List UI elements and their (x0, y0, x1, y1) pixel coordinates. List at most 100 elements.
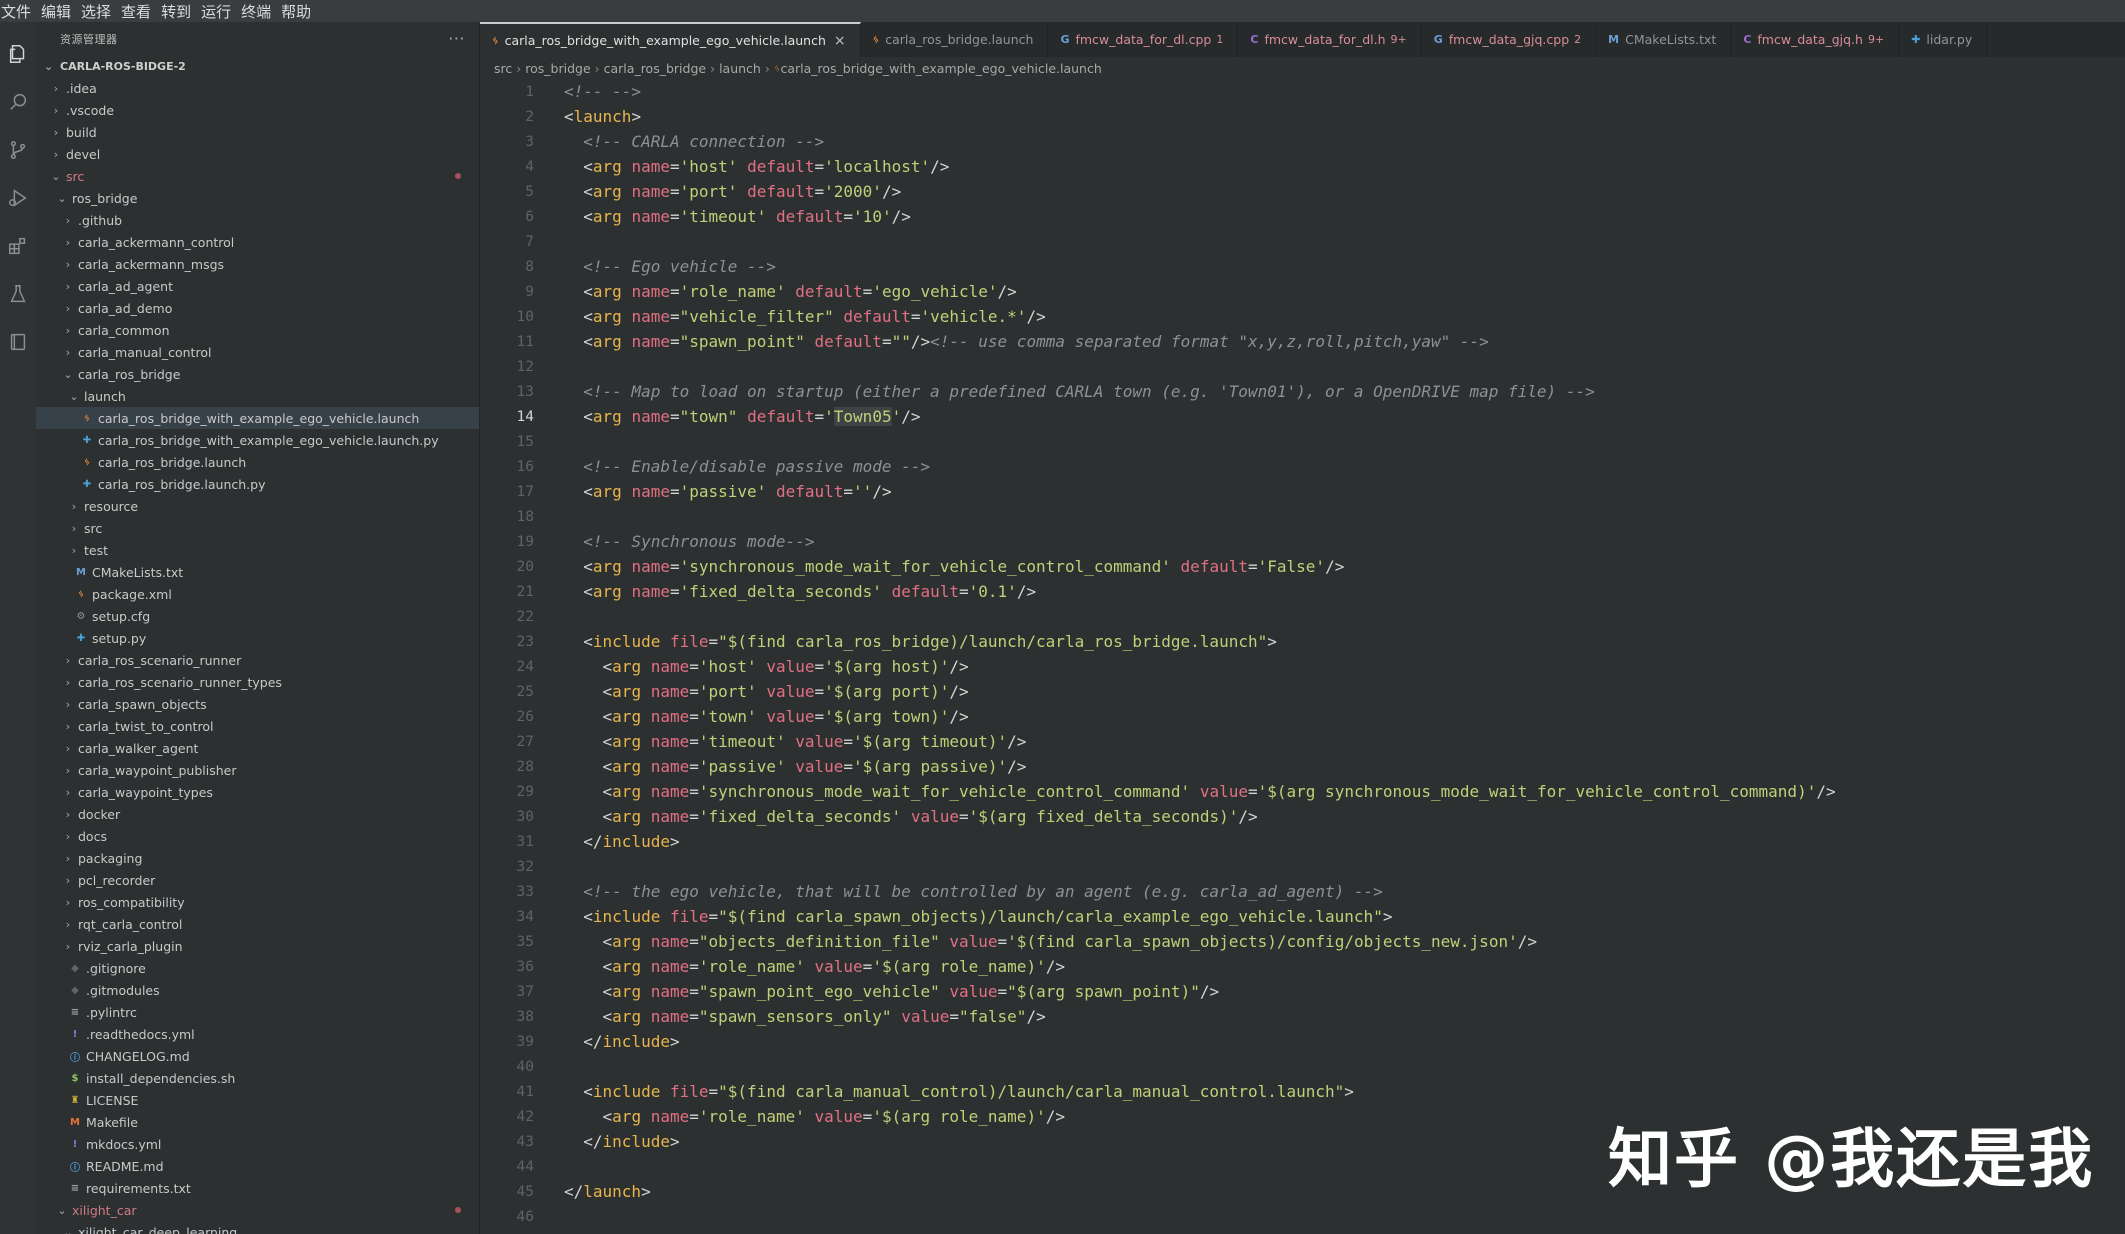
breadcrumb-item[interactable]: launch (719, 61, 761, 76)
tree-item[interactable]: ⌄ carla_ros_bridge (36, 363, 479, 385)
tree-item[interactable]: › carla_waypoint_types (36, 781, 479, 803)
tree-item[interactable]: ⌄ src (36, 165, 479, 187)
breadcrumb-item[interactable]: carla_ros_bridge_with_example_ego_vehicl… (780, 61, 1101, 76)
tree-item[interactable]: ⌄ xilight_car_deep_learning (36, 1221, 479, 1234)
tree-item[interactable]: › carla_waypoint_publisher (36, 759, 479, 781)
tree-item[interactable]: ᛃ carla_ros_bridge_with_example_ego_vehic… (36, 407, 479, 429)
close-icon[interactable]: × (834, 33, 846, 49)
tree-item[interactable]: › carla_twist_to_control (36, 715, 479, 737)
tree-item[interactable]: › rviz_carla_plugin (36, 935, 479, 957)
explorer-header: 资源管理器 ··· (36, 22, 479, 55)
breadcrumb-item[interactable]: ros_bridge (525, 61, 590, 76)
explorer-icon[interactable] (6, 42, 30, 66)
tree-item[interactable]: ! mkdocs.yml (36, 1133, 479, 1155)
tree-item[interactable]: M Makefile (36, 1111, 479, 1133)
tree-item[interactable]: › docker (36, 803, 479, 825)
tree-item[interactable]: › pcl_recorder (36, 869, 479, 891)
tree-item[interactable]: › carla_ackermann_control (36, 231, 479, 253)
search-icon[interactable] (6, 90, 30, 114)
tree-item[interactable]: ᛃ package.xml (36, 583, 479, 605)
tree-item[interactable]: ≡ requirements.txt (36, 1177, 479, 1199)
tree-item[interactable]: ⌄ xilight_car (36, 1199, 479, 1221)
bracket-token: < (583, 307, 593, 326)
tree-item[interactable]: › build (36, 121, 479, 143)
testing-icon[interactable] (6, 282, 30, 306)
tree-item[interactable]: › carla_ros_scenario_runner (36, 649, 479, 671)
tree-item[interactable]: › src (36, 517, 479, 539)
project-root[interactable]: ⌄ CARLA-ROS-BIDGE-2 (36, 55, 479, 77)
editor-tab[interactable]: Gfmcw_data_for_dl.cpp 1 (1048, 22, 1239, 57)
remote-explorer-icon[interactable] (6, 330, 30, 354)
shell-file-icon: $ (71, 1072, 79, 1084)
editor-tab[interactable]: ᛃ carla_ros_bridge_with_example_ego_vehic… (480, 22, 861, 57)
tree-item-label: carla_twist_to_control (78, 718, 214, 734)
tree-item[interactable]: › ros_compatibility (36, 891, 479, 913)
tree-item[interactable]: ! .readthedocs.yml (36, 1023, 479, 1045)
more-actions-icon[interactable]: ··· (448, 29, 465, 48)
menu-item[interactable]: 转到 (161, 1, 199, 22)
tree-item[interactable]: ⚙ setup.cfg (36, 605, 479, 627)
tree-item[interactable]: › carla_common (36, 319, 479, 341)
extensions-icon[interactable] (6, 234, 30, 258)
run-debug-icon[interactable] (6, 186, 30, 210)
tree-item[interactable]: $ install_dependencies.sh (36, 1067, 479, 1089)
string-token: '10' (853, 207, 892, 226)
tree-item[interactable]: › rqt_carla_control (36, 913, 479, 935)
tree-item[interactable]: ≡ .pylintrc (36, 1001, 479, 1023)
bracket-token: > (669, 832, 680, 851)
menu-item[interactable]: 终端 (241, 1, 279, 22)
tree-item-label: setup.cfg (92, 608, 151, 624)
tag-token: arg (612, 1107, 642, 1126)
tree-item[interactable]: M CMakeLists.txt (36, 561, 479, 583)
tree-item[interactable]: ᛃ carla_ros_bridge.launch (36, 451, 479, 473)
tree-item[interactable]: ♜ LICENSE (36, 1089, 479, 1111)
tree-item[interactable]: › carla_ad_agent (36, 275, 479, 297)
tree-item[interactable]: ⌄ ros_bridge (36, 187, 479, 209)
tree-item[interactable]: › .github (36, 209, 479, 231)
editor-tab[interactable]: Cfmcw_data_for_dl.h 9+ (1238, 22, 1422, 57)
tree-item[interactable]: ⓘ CHANGELOG.md (36, 1045, 479, 1067)
tree-item[interactable]: › carla_walker_agent (36, 737, 479, 759)
tree-item[interactable]: › resource (36, 495, 479, 517)
editor-tab[interactable]: M CMakeLists.txt (1596, 22, 1732, 57)
tree-item[interactable]: › test (36, 539, 479, 561)
tree-item-label: resource (84, 498, 139, 514)
source-control-icon[interactable] (6, 138, 30, 162)
tree-item[interactable]: ✚ carla_ros_bridge_with_example_ego_vehic… (36, 429, 479, 451)
menu-item[interactable]: 帮助 (281, 1, 319, 22)
tree-item[interactable]: › carla_spawn_objects (36, 693, 479, 715)
editor-tab[interactable]: Gfmcw_data_gjq.cpp 2 (1422, 22, 1597, 57)
menu-item[interactable]: 选择 (81, 1, 119, 22)
tree-item[interactable]: ✚ carla_ros_bridge.launch.py (36, 473, 479, 495)
editor-tab[interactable]: ✚ lidar.py (1899, 22, 1988, 57)
tree-item[interactable]: › devel (36, 143, 479, 165)
menu-item[interactable]: 查看 (121, 1, 159, 22)
tree-item[interactable]: › docs (36, 825, 479, 847)
breadcrumb-item[interactable]: src (494, 61, 512, 76)
tree-item[interactable]: ◆ .gitignore (36, 957, 479, 979)
tree-item[interactable]: ✚ setup.py (36, 627, 479, 649)
editor-tab[interactable]: ᛃ carla_ros_bridge.launch (861, 22, 1049, 57)
editor-tab[interactable]: Cfmcw_data_gjq.h 9+ (1731, 22, 1900, 57)
tree-item[interactable]: ⓘ README.md (36, 1155, 479, 1177)
menu-item[interactable]: 运行 (201, 1, 239, 22)
tree-item[interactable]: › carla_manual_control (36, 341, 479, 363)
tree-item[interactable]: › .vscode (36, 99, 479, 121)
tree-item[interactable]: › packaging (36, 847, 479, 869)
bracket-token: < (583, 282, 593, 301)
menu-item[interactable]: 编辑 (41, 1, 79, 22)
tree-item[interactable]: › .idea (36, 77, 479, 99)
tree-item[interactable]: ⌄ launch (36, 385, 479, 407)
tree-item[interactable]: › carla_ackermann_msgs (36, 253, 479, 275)
tree-item[interactable]: ◆ .gitmodules (36, 979, 479, 1001)
tree-item[interactable]: › carla_ros_scenario_runner_types (36, 671, 479, 693)
tree-item[interactable]: › carla_ad_demo (36, 297, 479, 319)
code-editor[interactable]: 1 <!-- --> 2 <launch> 3 <!-- CARLA connectio… (480, 79, 2125, 1234)
menu-item[interactable]: 文件 (1, 1, 39, 22)
code-line: 5 <arg name='port' default='2000'/> (480, 179, 2125, 204)
breadcrumb-item[interactable]: carla_ros_bridge (604, 61, 706, 76)
